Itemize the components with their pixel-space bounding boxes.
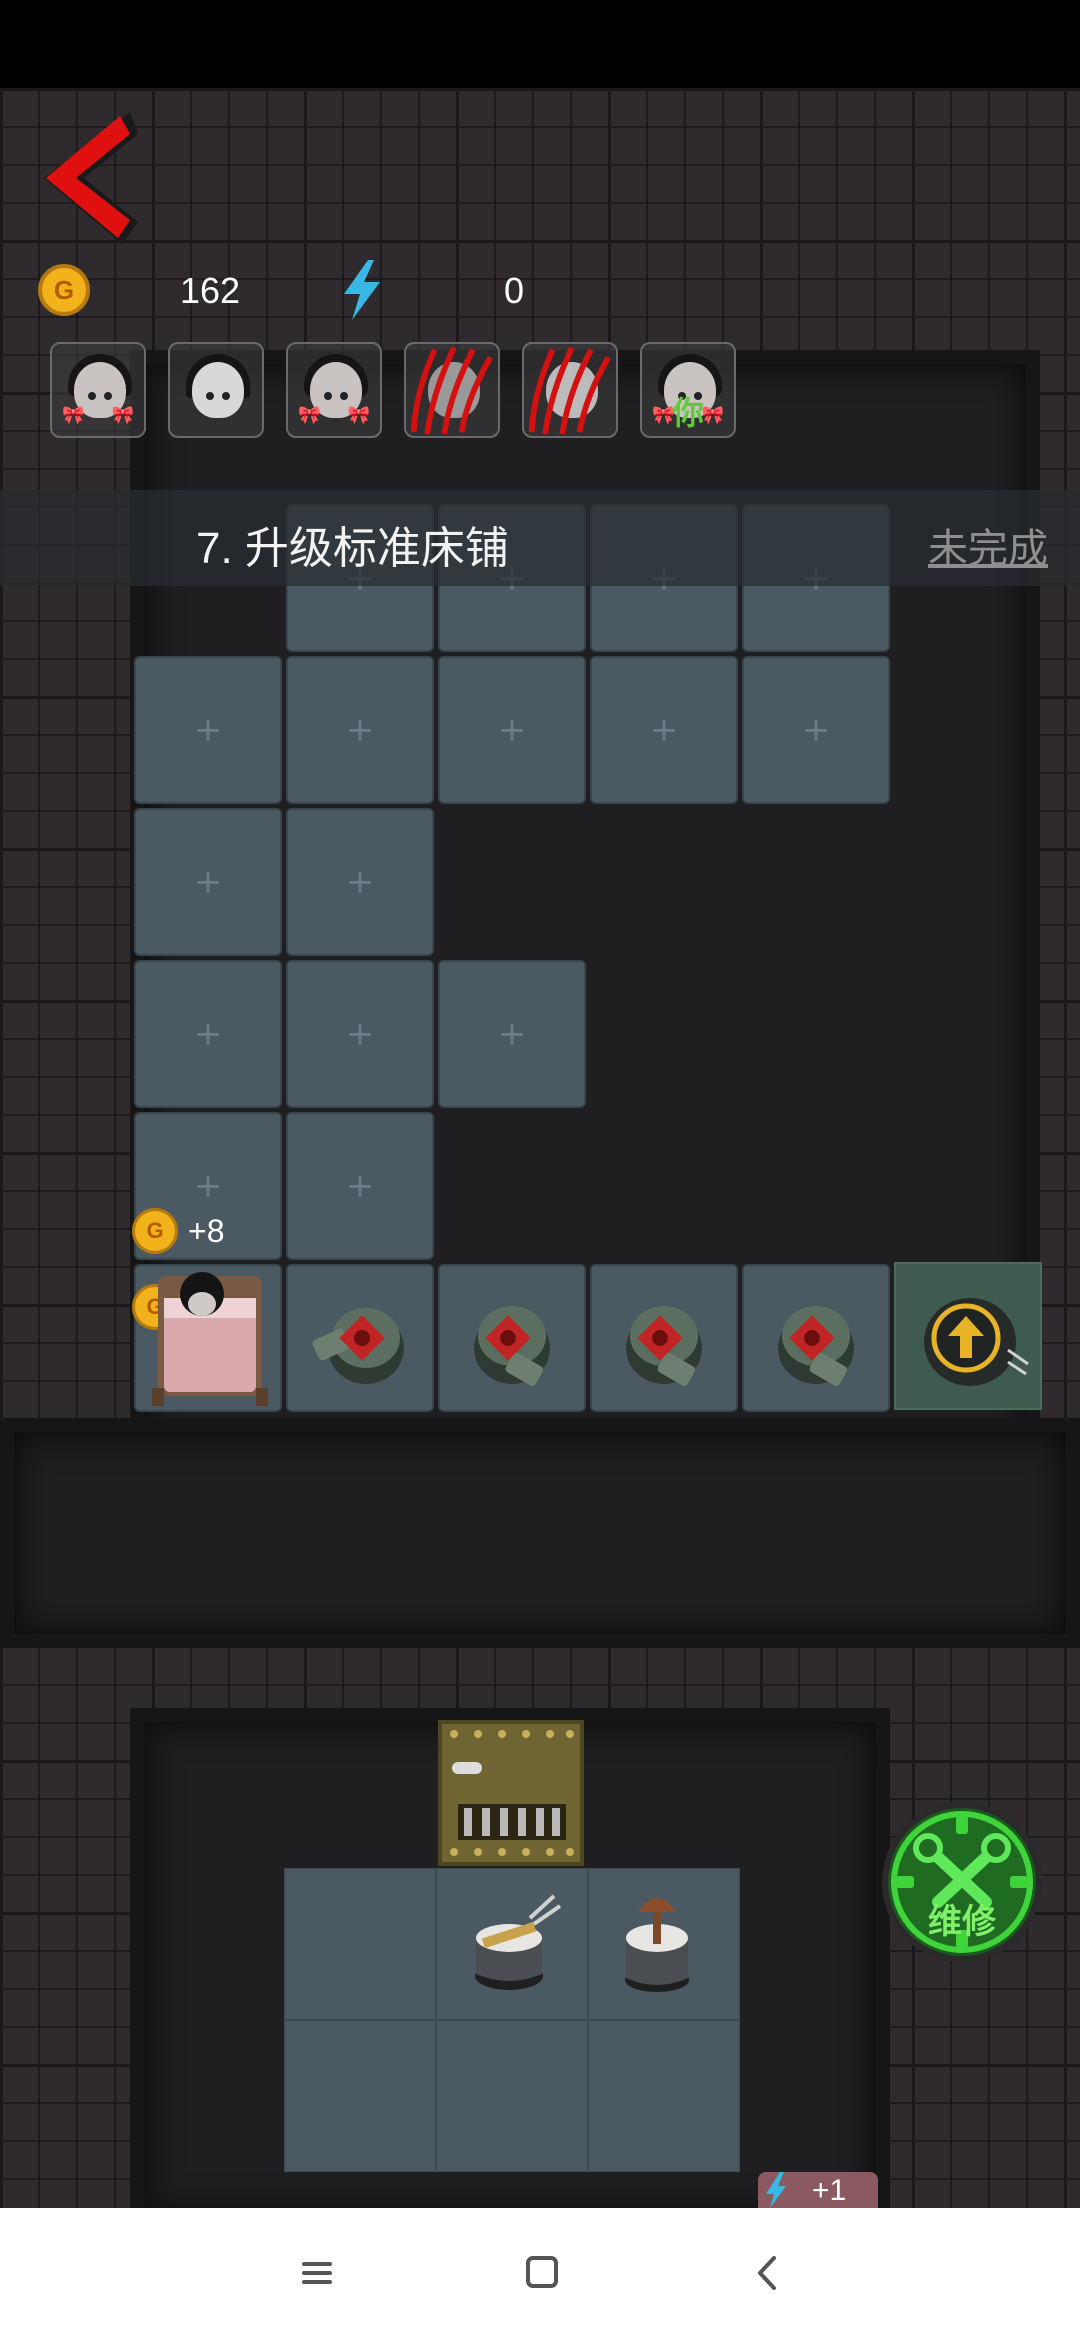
avatar-eye [340, 392, 348, 400]
pit-corridor [0, 1418, 1080, 1648]
chest-reward-text: +1 [812, 2174, 847, 2207]
back-nav-button[interactable] [728, 2238, 808, 2308]
lightning-icon [338, 258, 386, 327]
bow-icon: 🎀 [111, 405, 134, 425]
floor-tile[interactable] [134, 808, 282, 956]
player-avatar[interactable] [168, 342, 264, 438]
player-avatar[interactable]: 🎀 🎀 [50, 342, 146, 438]
gold-amount: 162 [180, 270, 241, 311]
floor-tile[interactable] [742, 656, 890, 804]
floor-tile[interactable] [134, 960, 282, 1108]
bow-icon: 🎀 [347, 405, 370, 425]
claw-scratch-icon [528, 346, 611, 435]
energy-amount: 0 [504, 270, 525, 311]
task-banner [0, 490, 1080, 586]
you-label: 你 [672, 395, 705, 431]
turret-icon[interactable] [452, 1278, 572, 1398]
gold-coin: G [38, 264, 90, 316]
floor-tile[interactable] [286, 808, 434, 956]
turret-icon[interactable] [756, 1278, 876, 1398]
home-button[interactable] [502, 2238, 582, 2308]
floor-tile[interactable] [438, 656, 586, 804]
upgrade-slot[interactable] [894, 1262, 1042, 1410]
menu-icon [302, 2262, 332, 2284]
repair-button[interactable]: 维修 [888, 1808, 1036, 1956]
back-button[interactable] [38, 106, 142, 246]
item-chest-partial[interactable]: +1 [758, 2172, 878, 2208]
claw-scratch-icon [410, 346, 493, 435]
floor-tile[interactable] [436, 2020, 588, 2172]
repair-label: 维修 [928, 1903, 996, 1941]
chevron-left-icon [758, 2256, 776, 2290]
player-avatar-attacked[interactable] [522, 342, 618, 438]
back-arrow-icon [44, 112, 138, 244]
floor-tile[interactable] [284, 2020, 436, 2172]
door[interactable] [438, 1720, 584, 1866]
player-avatar[interactable]: 🎀 🎀 [286, 342, 382, 438]
lightning-icon [766, 2172, 786, 2208]
task-status-link[interactable]: 未完成 [928, 516, 1048, 574]
avatar-face [192, 362, 244, 418]
task-title: 7. 升级标准床铺 [196, 524, 509, 573]
floor-tile[interactable] [286, 656, 434, 804]
avatar-eye [324, 392, 332, 400]
floor-tile[interactable] [588, 2020, 740, 2172]
avatar-eye [104, 392, 112, 400]
player-avatar-attacked[interactable] [404, 342, 500, 438]
gold-reward: G +8 [132, 1208, 224, 1254]
door-icon [450, 1730, 574, 1856]
bow-icon: 🎀 [62, 405, 85, 425]
gold-icon: G [38, 264, 90, 316]
floor-tile[interactable] [590, 656, 738, 804]
broom-bucket-icon[interactable] [602, 1888, 712, 1998]
system-nav-bar [0, 2208, 1080, 2340]
bow-icon: 🎀 [298, 405, 321, 425]
avatar-eye [222, 392, 230, 400]
bow-icon: 🎀 [701, 405, 724, 425]
floor-tile[interactable] [286, 960, 434, 1108]
player-avatar-self[interactable]: 🎀 🎀 你 [640, 342, 736, 438]
gold-coin-icon: G [132, 1208, 178, 1254]
bed-icon[interactable] [148, 1268, 272, 1408]
mop-bucket-icon[interactable] [454, 1888, 564, 1998]
turret-icon[interactable] [300, 1278, 420, 1398]
floor-tile[interactable] [286, 1112, 434, 1260]
turret-icon[interactable] [604, 1278, 724, 1398]
avatar-eye [206, 392, 214, 400]
arrow-up-circle-icon [924, 1298, 1029, 1386]
avatar-eye [88, 392, 96, 400]
status-bar [0, 0, 1080, 88]
home-icon [526, 2256, 558, 2288]
floor-tile[interactable] [134, 656, 282, 804]
floor-tile[interactable] [438, 960, 586, 1108]
floor-tile[interactable] [284, 1868, 436, 2020]
reward-value: +8 [188, 1212, 225, 1249]
menu-button[interactable] [276, 2238, 356, 2308]
